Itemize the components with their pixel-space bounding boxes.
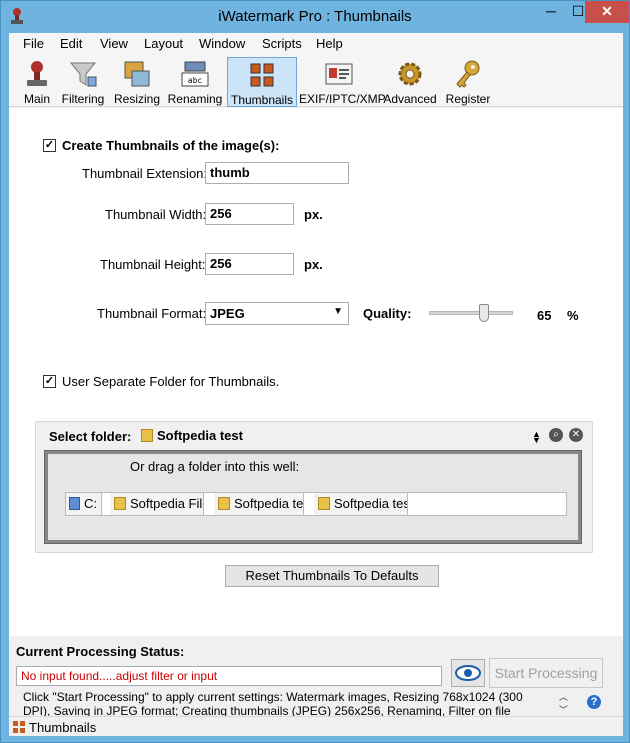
separate-folder-checkbox[interactable]: ✓: [43, 375, 56, 388]
search-icon[interactable]: ⌕: [549, 428, 563, 442]
eye-icon: [455, 665, 481, 681]
menu-file[interactable]: File: [23, 36, 44, 51]
tool-label: Register: [445, 92, 491, 106]
thumbnails-icon: [250, 63, 274, 87]
client-area: File Edit View Layout Window Scripts Hel…: [9, 33, 623, 736]
thumbnails-panel: ✓ Create Thumbnails of the image(s): Thu…: [9, 108, 623, 636]
resize-icon: [124, 61, 150, 87]
create-thumbnails-label: Create Thumbnails of the image(s):: [62, 138, 280, 153]
preview-button[interactable]: [451, 659, 485, 687]
width-label: Thumbnail Width:: [105, 207, 207, 222]
quality-slider-thumb[interactable]: [478, 304, 489, 322]
reset-thumbnails-button[interactable]: Reset Thumbnails To Defaults: [225, 565, 439, 587]
select-folder-label: Select folder:: [49, 429, 132, 444]
tool-thumbnails[interactable]: Thumbnails: [227, 57, 297, 107]
height-label: Thumbnail Height:: [100, 257, 206, 272]
tool-label: EXIF/IPTC/XMP: [299, 92, 386, 106]
quality-value: 65: [537, 308, 552, 323]
svg-text:abc: abc: [188, 76, 203, 85]
tool-label: Advanced: [383, 92, 437, 106]
close-button[interactable]: ✕: [585, 1, 629, 23]
drive-icon: [69, 497, 80, 510]
crumb-label: Softpedia File: [130, 496, 204, 511]
processing-status: Current Processing Status: No input foun…: [9, 636, 623, 732]
crumb-folder-2[interactable]: Softpedia tes: [214, 493, 304, 515]
tool-exif[interactable]: EXIF/IPTC/XMP: [299, 57, 386, 107]
folder-icon: [141, 429, 153, 442]
gear-icon: [398, 62, 422, 86]
format-label: Thumbnail Format:: [97, 306, 207, 321]
tool-advanced[interactable]: Advanced: [382, 57, 438, 107]
format-select[interactable]: JPEG ▼: [205, 302, 349, 325]
chevron-down-icon: ▼: [333, 306, 343, 317]
key-icon: [456, 60, 480, 88]
menu-bar: File Edit View Layout Window Scripts Hel…: [9, 33, 623, 54]
tool-resizing[interactable]: Resizing: [112, 57, 162, 107]
tool-main[interactable]: Main: [17, 57, 57, 107]
folder-icon: [114, 497, 126, 510]
tool-register[interactable]: Register: [442, 57, 494, 107]
extension-input[interactable]: thumb: [205, 162, 349, 184]
tool-filtering[interactable]: Filtering: [57, 57, 109, 107]
breadcrumb: C: Softpedia File Softpedia tes Softpedi…: [65, 492, 567, 516]
toolbar: Main Filtering Resizing abc Renaming Thu…: [9, 55, 623, 107]
folder-icon: [318, 497, 330, 510]
crumb-folder-3[interactable]: Softpedia tes: [314, 493, 408, 515]
status-bar-label: Thumbnails: [29, 720, 97, 735]
clear-icon[interactable]: ✕: [569, 428, 583, 442]
format-value: JPEG: [210, 306, 245, 321]
menu-edit[interactable]: Edit: [60, 36, 82, 51]
height-unit: px.: [304, 257, 323, 272]
menu-scripts[interactable]: Scripts: [262, 36, 302, 51]
create-thumbnails-checkbox[interactable]: ✓: [43, 139, 56, 152]
tool-label: Renaming: [167, 92, 223, 106]
menu-help[interactable]: Help: [316, 36, 343, 51]
status-message: No input found.....adjust filter or inpu…: [16, 666, 442, 686]
tool-label: Filtering: [61, 92, 105, 106]
crumb-folder-1[interactable]: Softpedia File: [110, 493, 204, 515]
drag-hint: Or drag a folder into this well:: [130, 459, 300, 474]
id-card-icon: [325, 63, 353, 85]
status-bar: Thumbnails: [9, 716, 623, 736]
status-title: Current Processing Status:: [16, 644, 185, 659]
menu-layout[interactable]: Layout: [144, 36, 183, 51]
separate-folder-label: User Separate Folder for Thumbnails.: [62, 374, 280, 389]
tool-renaming[interactable]: abc Renaming: [166, 57, 224, 107]
title-bar[interactable]: iWatermark Pro : Thumbnails ─ ☐ ✕: [1, 1, 629, 33]
tool-label: Main: [23, 92, 50, 106]
rename-icon: abc: [181, 61, 209, 87]
folder-drop-area: Or drag a folder into this well: C: Soft…: [48, 454, 578, 540]
height-input[interactable]: 256: [205, 253, 294, 275]
quality-unit: %: [567, 308, 579, 323]
tool-label: Resizing: [113, 92, 161, 106]
start-processing-button[interactable]: Start Processing: [489, 658, 603, 688]
minimize-button[interactable]: ─: [537, 1, 565, 23]
menu-window[interactable]: Window: [199, 36, 245, 51]
menu-view[interactable]: View: [100, 36, 128, 51]
extension-label: Thumbnail Extension:: [82, 166, 208, 181]
help-icon[interactable]: ?: [587, 695, 601, 709]
crumb-drive[interactable]: C:: [66, 493, 102, 515]
crumb-label: Softpedia tes: [234, 496, 304, 511]
crumb-label: Softpedia tes: [334, 496, 408, 511]
quality-slider[interactable]: [429, 311, 513, 315]
folder-selector: Select folder: Softpedia test ▲ ▼ ⌕ ✕ Or…: [35, 421, 593, 553]
down-arrow-icon[interactable]: ▼: [532, 435, 541, 445]
selected-folder-name: Softpedia test: [157, 428, 243, 443]
selected-folder[interactable]: Softpedia test: [141, 428, 243, 443]
folder-drop-well[interactable]: Or drag a folder into this well: C: Soft…: [44, 450, 582, 544]
width-unit: px.: [304, 207, 323, 222]
funnel-icon: [69, 62, 97, 87]
app-window: iWatermark Pro : Thumbnails ─ ☐ ✕ File E…: [0, 0, 630, 743]
quality-label: Quality:: [363, 306, 412, 321]
folder-icon: [218, 497, 230, 510]
thumbnails-icon: [13, 721, 25, 733]
width-input[interactable]: 256: [205, 203, 294, 225]
stamp-icon: [27, 61, 47, 86]
crumb-label: C:: [84, 496, 97, 511]
tool-label: Thumbnails: [230, 93, 294, 107]
window-title: iWatermark Pro : Thumbnails: [218, 8, 412, 25]
description-scroll[interactable]: ︿ ﹀: [559, 691, 568, 717]
